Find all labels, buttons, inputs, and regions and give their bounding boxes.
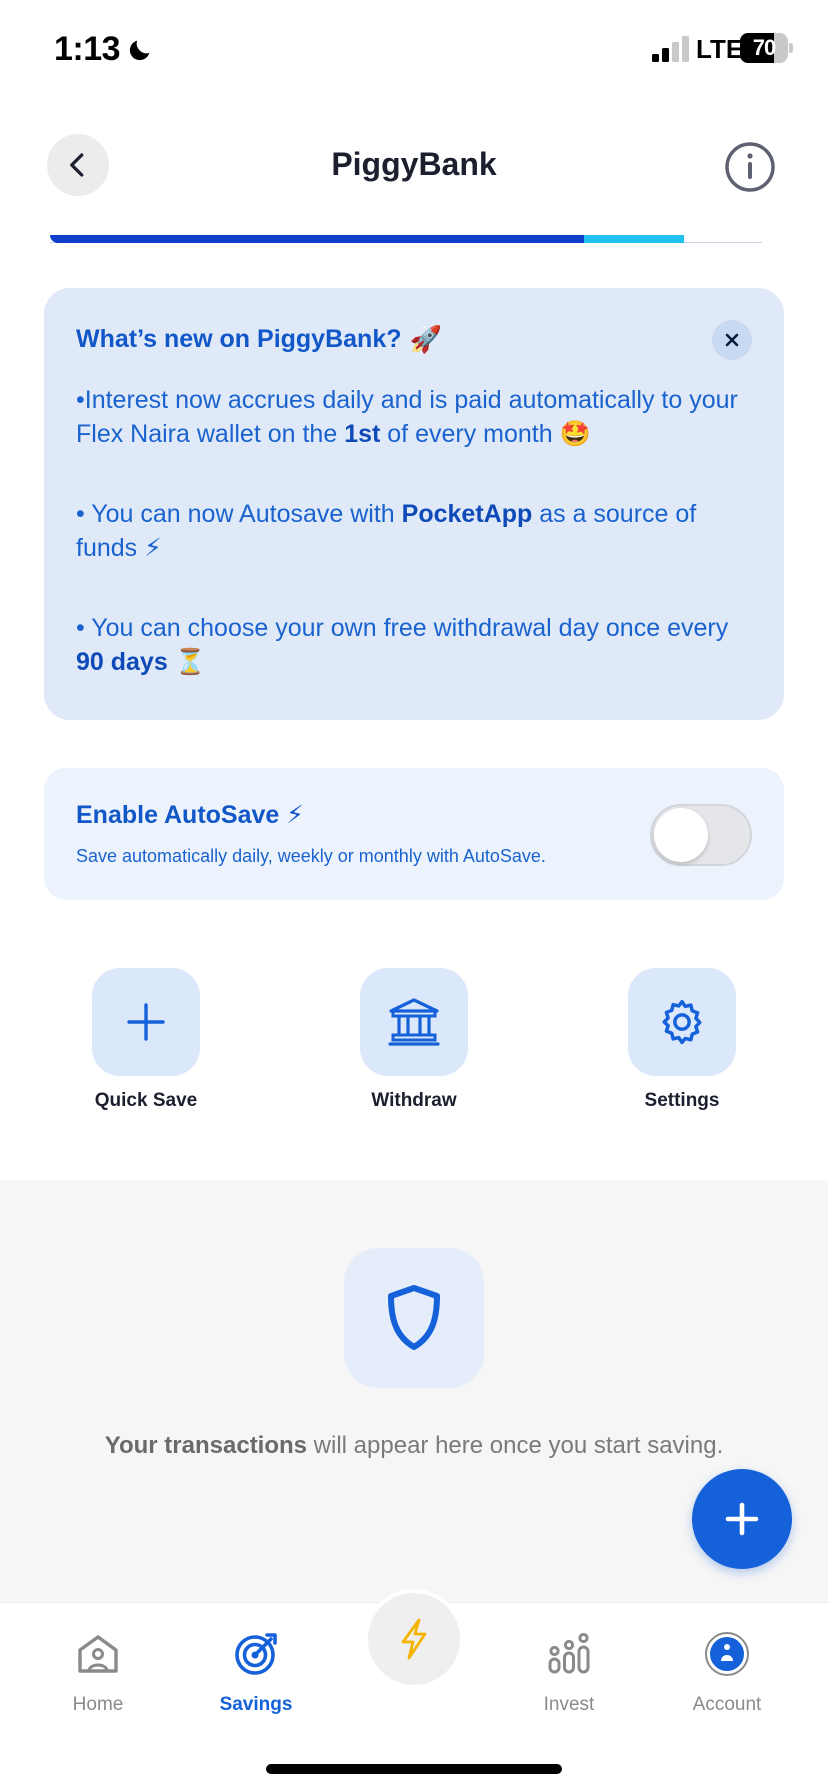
progress-fill — [50, 235, 584, 243]
autosave-card: Enable AutoSave ⚡ Save automatically dai… — [44, 768, 784, 900]
nav-invest[interactable]: Invest — [504, 1631, 634, 1716]
nav-quick-action-inner — [368, 1593, 460, 1685]
news-item: •Interest now accrues daily and is paid … — [76, 386, 738, 448]
home-icon — [78, 1635, 118, 1673]
shield-tile — [344, 1248, 484, 1388]
nav-home[interactable]: Home — [33, 1631, 163, 1716]
nav-account[interactable]: Account — [662, 1631, 792, 1716]
autosave-toggle[interactable] — [650, 804, 752, 866]
plus-icon — [725, 1502, 759, 1536]
info-button[interactable] — [724, 141, 776, 193]
news-item: • You can choose your own free withdrawa… — [76, 614, 729, 676]
signal-icon — [652, 36, 689, 62]
status-bar: 1:13 LTE 70 — [0, 0, 828, 100]
gear-icon — [662, 999, 702, 1045]
withdraw-tile — [360, 968, 468, 1076]
toggle-knob — [654, 808, 708, 862]
nav-savings-label: Savings — [219, 1694, 293, 1715]
shield-icon — [388, 1285, 440, 1350]
status-time: 1:13 — [54, 30, 121, 68]
moon-icon — [129, 40, 150, 61]
lightning-icon — [401, 1618, 427, 1660]
chart-icon — [548, 1632, 590, 1674]
account-icon — [705, 1632, 749, 1676]
quick-save-label: Quick Save — [94, 1090, 198, 1111]
nav-savings[interactable]: Savings — [191, 1631, 321, 1716]
settings-label: Settings — [644, 1090, 720, 1111]
close-icon — [725, 333, 739, 347]
plus-icon — [127, 1003, 165, 1041]
target-icon — [235, 1633, 277, 1675]
quick-save-button[interactable]: Quick Save — [76, 968, 216, 1112]
add-fab-button[interactable] — [692, 1469, 792, 1569]
settings-button[interactable]: Settings — [612, 968, 752, 1112]
nav-quick-action-button[interactable] — [364, 1589, 464, 1689]
settings-tile — [628, 968, 736, 1076]
news-item: • You can now Autosave with PocketApp as… — [76, 500, 697, 562]
whats-new-title: What’s new on PiggyBank? 🚀 — [76, 324, 752, 355]
whats-new-title-text: What’s new on PiggyBank? — [76, 325, 402, 353]
withdraw-button[interactable]: Withdraw — [344, 968, 484, 1112]
bank-icon — [388, 998, 440, 1046]
withdraw-label: Withdraw — [371, 1090, 457, 1111]
battery-percent: 70 — [752, 35, 776, 60]
nav-account-label: Account — [692, 1694, 762, 1715]
savings-progress-bar — [50, 235, 762, 244]
whats-new-card: What’s new on PiggyBank? 🚀 •Interest now… — [44, 288, 784, 720]
network-type: LTE — [696, 34, 744, 64]
transactions-empty-text: Your transactions will appear here once … — [104, 1432, 724, 1459]
rocket-icon: 🚀 — [409, 324, 442, 354]
nav-home-label: Home — [72, 1694, 124, 1715]
lightning-icon: ⚡ — [286, 801, 304, 829]
info-icon — [725, 142, 775, 192]
nav-invest-label: Invest — [543, 1694, 595, 1715]
page-title: PiggyBank — [331, 146, 497, 182]
progress-buffer — [584, 235, 684, 243]
quick-save-tile — [92, 968, 200, 1076]
home-indicator — [266, 1764, 562, 1774]
close-news-button[interactable] — [712, 320, 752, 360]
battery-icon: 70 — [740, 33, 793, 63]
autosave-subtitle: Save automatically daily, weekly or mont… — [76, 846, 546, 866]
